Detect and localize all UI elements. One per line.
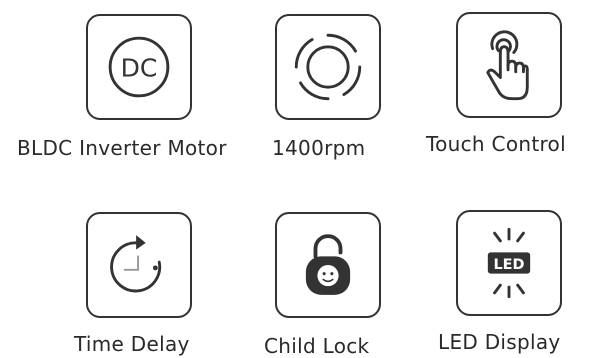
svg-text:LED: LED <box>493 257 524 273</box>
rotation-rings-icon-box <box>275 14 381 120</box>
feature-label: Child Lock <box>264 334 370 358</box>
feature-label: 1400rpm <box>272 136 366 160</box>
dc-motor-icon-box: DC <box>86 14 192 120</box>
child-lock-icon-box <box>275 212 381 318</box>
feature-label: Touch Control <box>426 132 566 156</box>
led-display-icon: LED <box>487 227 531 299</box>
touch-hand-icon <box>486 30 529 101</box>
child-lock-icon <box>305 234 351 295</box>
timer-icon <box>110 235 162 293</box>
timer-icon-box <box>86 212 192 318</box>
feature-label: Time Delay <box>74 332 190 356</box>
feature-label: LED Display <box>438 330 561 354</box>
dc-motor-icon: DC <box>108 36 170 98</box>
led-display-icon-box: LED <box>456 210 562 316</box>
feature-grid: DC BLDC Inverter Motor 1400rpm Touch Con… <box>0 0 598 356</box>
svg-text:DC: DC <box>121 54 158 83</box>
touch-hand-icon-box <box>456 12 562 118</box>
rotation-rings-icon <box>294 33 362 101</box>
feature-label: BLDC Inverter Motor <box>17 136 227 160</box>
